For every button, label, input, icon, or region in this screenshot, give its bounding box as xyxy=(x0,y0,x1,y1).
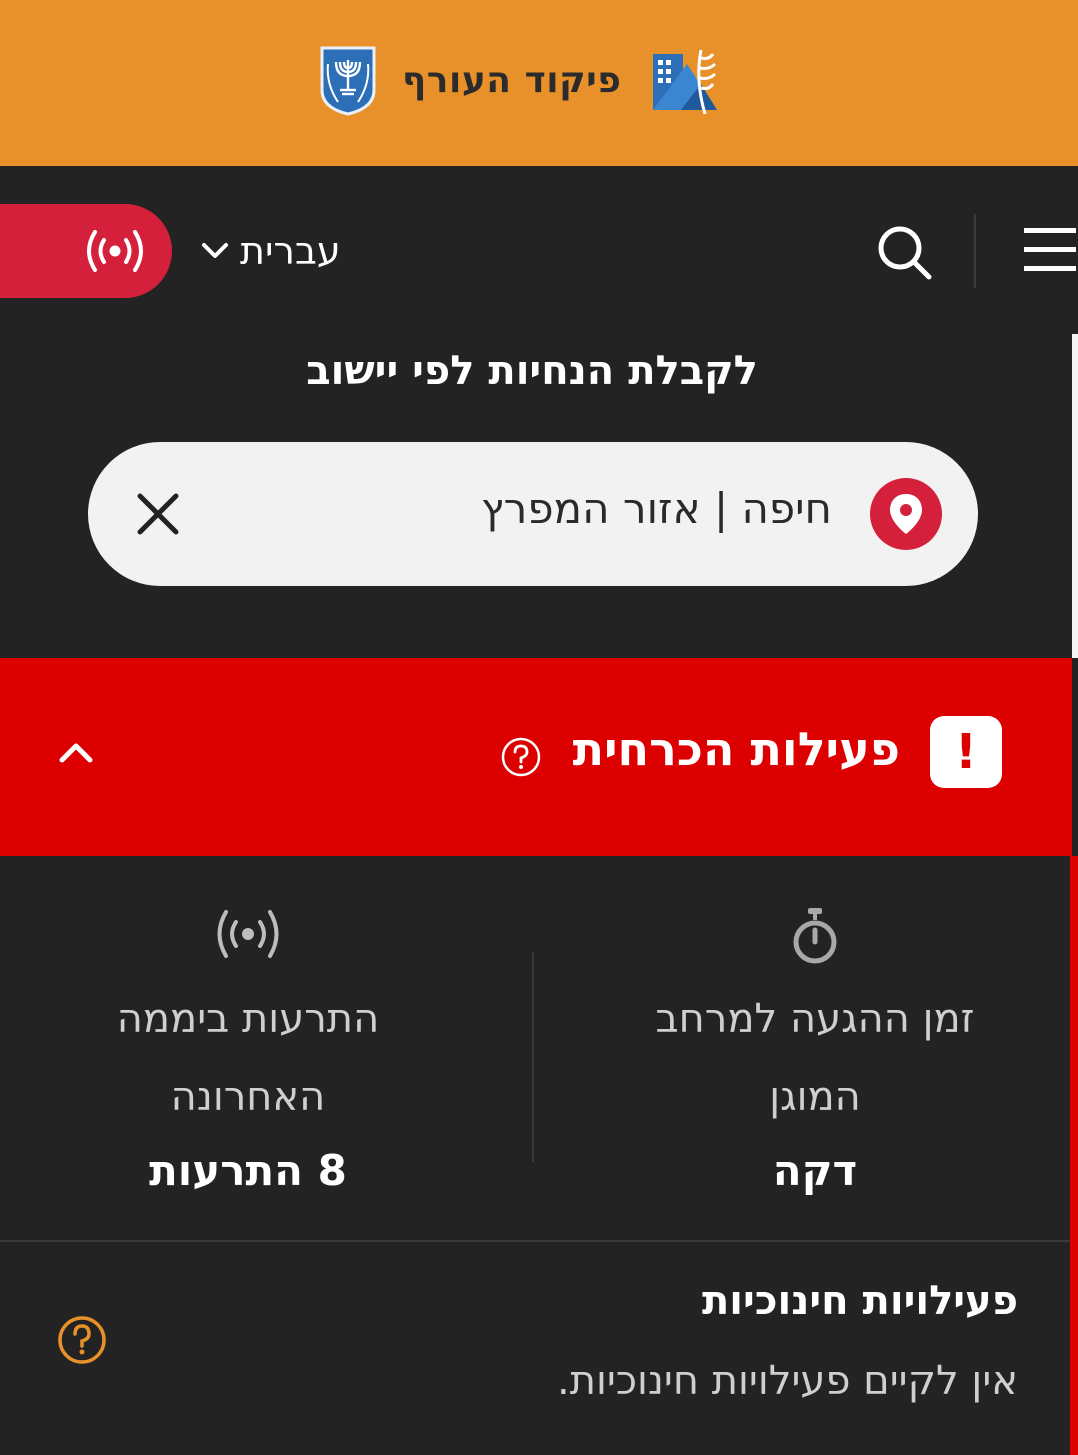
scrollbar-track[interactable] xyxy=(1072,334,1078,658)
chevron-down-icon xyxy=(202,243,228,258)
broadcast-icon xyxy=(80,226,150,276)
menu-button[interactable] xyxy=(1022,224,1076,276)
education-help-button[interactable] xyxy=(56,1314,108,1366)
shelter-time-label-line1: זמן ההגעה למרחב xyxy=(655,996,975,1042)
clear-search-button[interactable] xyxy=(134,490,182,538)
question-circle-icon xyxy=(58,1316,106,1364)
search-button[interactable] xyxy=(874,222,934,282)
chevron-up-icon xyxy=(59,743,93,763)
stopwatch-icon xyxy=(793,908,837,964)
education-section: פעילויות חינוכיות אין לקיים פעילויות חינ… xyxy=(0,1240,1070,1455)
broadcast-icon xyxy=(217,910,279,958)
recent-alerts-label-line2: האחרונה xyxy=(170,1074,326,1120)
alert-banner[interactable]: ! פעילות הכרחית xyxy=(0,658,1072,856)
recent-alerts-value: 8 התרעות xyxy=(149,1146,347,1195)
search-icon xyxy=(878,226,932,280)
brand-header: פיקוד העורף xyxy=(0,0,1078,166)
live-alerts-button[interactable] xyxy=(0,204,172,298)
alert-badge: ! xyxy=(930,716,1002,788)
top-nav: עברית xyxy=(0,166,1078,334)
recent-alerts-label-line1: התרעות ביממה xyxy=(116,996,380,1042)
brand-lockup[interactable]: פיקוד העורף xyxy=(318,40,723,120)
alert-badge-mark: ! xyxy=(955,724,977,780)
shelter-time-stat: זמן ההגעה למרחב המוגן דקה xyxy=(560,856,1070,1240)
language-label: עברית xyxy=(240,229,341,273)
shelter-time-value: דקה xyxy=(772,1146,858,1195)
location-search-value[interactable]: חיפה | אזור המפרץ xyxy=(481,484,832,533)
recent-alerts-stat: התרעות ביממה האחרונה 8 התרעות xyxy=(0,856,496,1240)
alert-title: פעילות הכרחית xyxy=(572,722,900,776)
shelter-time-label-line2: המוגן xyxy=(769,1074,861,1120)
education-title: פעילויות חינוכיות xyxy=(701,1278,1018,1324)
nav-divider xyxy=(974,214,976,288)
location-search-field[interactable]: חיפה | אזור המפרץ xyxy=(88,442,978,586)
location-section: לקבלת הנחיות לפי יישוב חיפה | אזור המפרץ xyxy=(0,334,1078,658)
brand-title: פיקוד העורף xyxy=(402,59,622,101)
stats-divider xyxy=(532,952,534,1162)
home-front-command-logo-icon xyxy=(651,40,723,120)
alert-edge-strip xyxy=(1070,856,1078,1455)
state-emblem-icon xyxy=(318,44,378,116)
question-circle-icon xyxy=(501,737,541,777)
location-pin-icon xyxy=(870,478,942,550)
location-heading: לקבלת הנחיות לפי יישוב xyxy=(306,348,758,394)
stats-panel: זמן ההגעה למרחב המוגן דקה התרעות ביממה ה… xyxy=(0,856,1070,1240)
language-selector[interactable]: עברית xyxy=(198,224,341,278)
alert-help-button[interactable] xyxy=(500,736,542,778)
education-text: אין לקיים פעילויות חינוכיות. xyxy=(557,1358,1018,1404)
close-icon xyxy=(137,493,179,535)
hamburger-menu-icon xyxy=(1024,228,1076,271)
alert-collapse-button[interactable] xyxy=(54,730,98,774)
